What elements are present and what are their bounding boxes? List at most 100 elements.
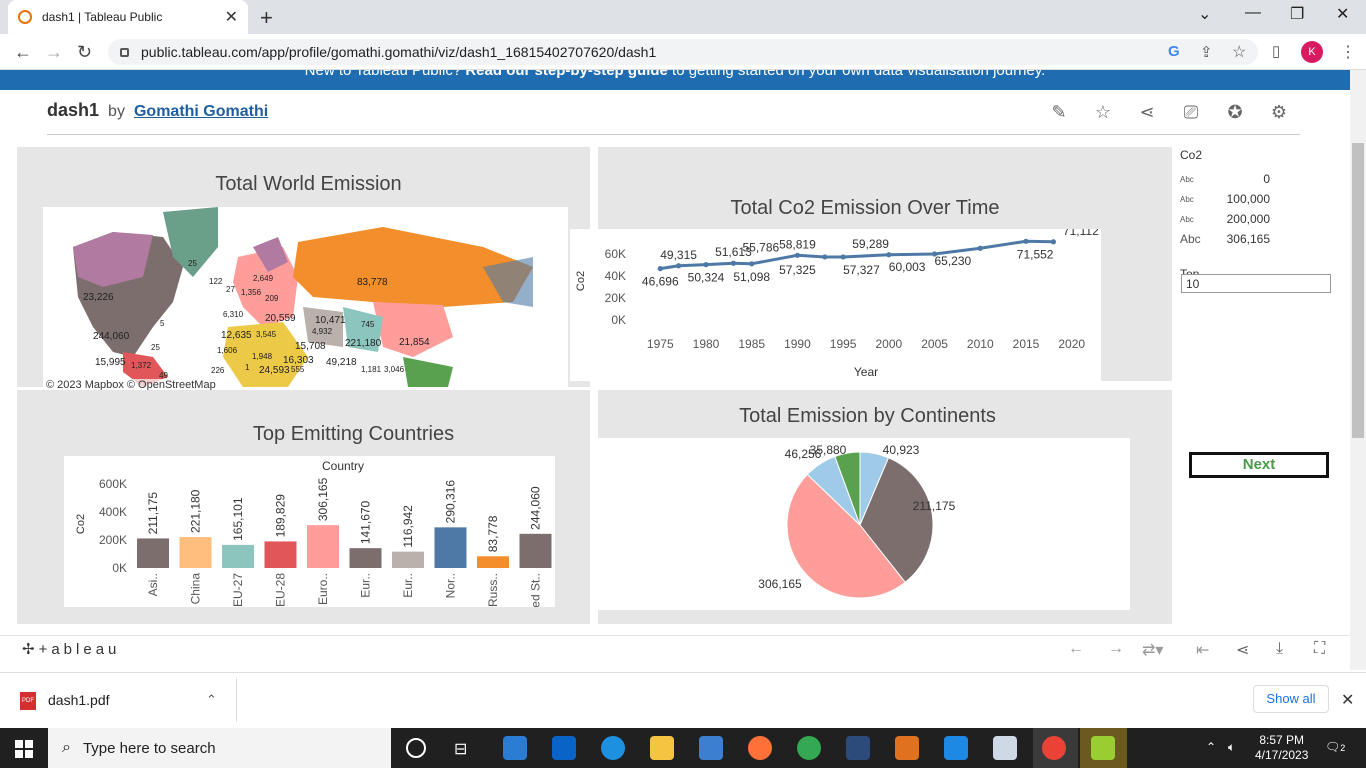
file-explorer-icon[interactable] — [650, 736, 674, 760]
pie-chart-area[interactable]: 40,923 211,175 306,165 46,256 35,880 — [598, 438, 1130, 610]
world-map[interactable]: 25 23,226 244,060 25 15,995 1,372 49 122 27 1,356… — [43, 207, 568, 392]
data-point — [822, 254, 828, 260]
slice-label: 211,175 — [913, 499, 956, 513]
line-chart-area[interactable]: Co2 60K 40K 20K 0K 1975 1980 1985 1990 1995 2000 20… — [570, 224, 1101, 381]
map-label: 27 — [226, 285, 235, 294]
task-view-icon[interactable]: ⊟ — [454, 739, 467, 759]
map-label: 24,593 — [259, 365, 290, 376]
map-label: 10,471 — [315, 315, 346, 326]
app2-icon[interactable] — [895, 736, 919, 760]
legend-title: Co2 — [1180, 148, 1203, 162]
map-label: 1,606 — [217, 346, 238, 355]
reload-icon[interactable]: ↻ — [77, 42, 92, 63]
bluestacks-icon[interactable] — [1091, 736, 1115, 760]
clock[interactable]: 8:57 PM 4/17/2023 — [1255, 733, 1308, 763]
reset-icon[interactable]: ⇤ — [1196, 640, 1209, 660]
legend-row[interactable]: Abc 200,000 — [1180, 209, 1270, 229]
badge-icon[interactable]: ✪ — [1224, 102, 1246, 124]
tableau-logo[interactable]: ✢+ableau — [22, 640, 120, 658]
top-n-input[interactable]: 10 — [1181, 274, 1331, 293]
file-app-icon[interactable] — [503, 736, 527, 760]
tab-search-icon[interactable]: ⌄ — [1198, 4, 1211, 24]
close-window-icon[interactable]: ✕ — [1336, 4, 1349, 24]
next-button[interactable]: Next — [1189, 452, 1329, 478]
banner-link[interactable]: Read our step-by-step guide — [465, 70, 668, 79]
volume-icon[interactable]: 🔈︎ — [1228, 740, 1235, 755]
chevron-up-tray-icon[interactable]: ⌃ — [1206, 740, 1216, 754]
bookmark-star-icon[interactable]: ☆ — [1232, 42, 1246, 62]
china-region[interactable] — [373, 302, 453, 357]
store-icon[interactable] — [699, 736, 723, 760]
edit-icon[interactable]: ✎ — [1048, 102, 1070, 124]
revert-icon[interactable]: ⇄▾ — [1142, 640, 1163, 660]
data-label: 71,552 — [1017, 247, 1054, 261]
notification-icon[interactable]: 🗨︎2 — [1325, 740, 1345, 754]
download-bar — [0, 672, 1366, 728]
cortana-icon[interactable] — [406, 738, 426, 758]
bar — [477, 556, 509, 568]
close-tab-icon[interactable]: ✕ — [225, 7, 238, 27]
share-footer-icon[interactable]: ⋖ — [1236, 640, 1249, 660]
legend-rows: Abc 0 Abc 100,000 Abc 200,000 Abc 306,165 — [1180, 169, 1270, 249]
banner-suffix: to getting started on your own data visu… — [667, 70, 1046, 79]
minimize-icon[interactable]: — — [1245, 4, 1261, 22]
map-label: 15,995 — [95, 357, 126, 368]
viz-title: dash1 — [47, 100, 100, 120]
download-item[interactable]: dash1.pdf — [48, 692, 110, 708]
address-bar[interactable]: public.tableau.com/app/profile/gomathi.g… — [108, 39, 1258, 65]
close-downloads-icon[interactable]: ✕ — [1341, 690, 1354, 710]
map-label: 1,372 — [131, 361, 152, 370]
favorite-star-icon[interactable]: ☆ — [1092, 102, 1114, 124]
data-label: 46,696 — [642, 275, 679, 289]
category-label: Euro.. — [316, 573, 330, 605]
se-asia-region[interactable] — [403, 357, 453, 387]
chevron-up-icon[interactable]: ⌃ — [206, 692, 217, 708]
google-icon[interactable]: G — [1168, 43, 1180, 60]
comment-icon[interactable]: ⎚ — [1180, 102, 1202, 124]
bar-chart-area[interactable]: Country Co2 600K 400K 200K 0K 211,175 Asi.. 221,… — [64, 456, 555, 629]
y-tick-label: 20K — [605, 291, 626, 305]
data-point — [730, 260, 737, 266]
forward-icon[interactable]: → — [45, 42, 63, 63]
side-panel-icon[interactable]: ▯ — [1272, 42, 1280, 60]
taskbar-search[interactable]: ⌕ Type here to search — [48, 728, 391, 768]
tab-title: dash1 | Tableau Public — [42, 10, 163, 24]
share-icon[interactable]: ⇪ — [1200, 43, 1213, 61]
undo-icon[interactable]: ← — [1068, 640, 1084, 658]
legend-row[interactable]: Abc 0 — [1180, 169, 1270, 189]
data-label: 55,786 — [743, 241, 780, 255]
scrollbar-thumb[interactable] — [1352, 143, 1364, 438]
y-axis-label: Co2 — [575, 271, 587, 291]
browser-tab[interactable]: dash1 | Tableau Public ✕ — [8, 0, 248, 34]
map-label: 5 — [160, 319, 165, 328]
show-all-button[interactable]: Show all — [1253, 685, 1329, 713]
vscode-icon[interactable] — [944, 736, 968, 760]
legend-row[interactable]: Abc 306,165 — [1180, 229, 1270, 249]
new-tab-icon[interactable]: + — [260, 5, 273, 31]
map-label: 555 — [291, 365, 305, 374]
author-link[interactable]: Gomathi Gomathi — [134, 103, 268, 120]
tableau-app-icon[interactable] — [993, 736, 1017, 760]
menu-icon[interactable]: ⋮ — [1340, 42, 1356, 62]
edge-icon[interactable] — [601, 736, 625, 760]
share-network-icon[interactable]: ⋖ — [1136, 102, 1158, 124]
firefox-icon[interactable] — [748, 736, 772, 760]
mail-icon[interactable] — [552, 736, 576, 760]
chrome-profile-icon[interactable] — [1042, 736, 1066, 760]
chrome-icon[interactable] — [797, 736, 821, 760]
windows-start-icon[interactable] — [15, 740, 33, 758]
legend-row[interactable]: Abc 100,000 — [1180, 189, 1270, 209]
lock-icon — [120, 47, 129, 57]
app-icon[interactable] — [846, 736, 870, 760]
banner-prefix: New to Tableau Public? — [304, 70, 466, 79]
map-label: 209 — [265, 294, 279, 303]
redo-icon[interactable]: → — [1108, 640, 1124, 658]
y-tick-label: 200K — [99, 533, 127, 547]
profile-avatar[interactable]: K — [1301, 41, 1323, 63]
fullscreen-icon[interactable]: ⛶ — [1314, 640, 1325, 658]
back-icon[interactable]: ← — [14, 42, 32, 63]
bar — [137, 538, 169, 568]
restore-icon[interactable]: ❐ — [1290, 4, 1304, 24]
download-icon[interactable]: ⤓ — [1276, 640, 1283, 658]
settings-gear-icon[interactable]: ⚙ — [1268, 102, 1290, 124]
